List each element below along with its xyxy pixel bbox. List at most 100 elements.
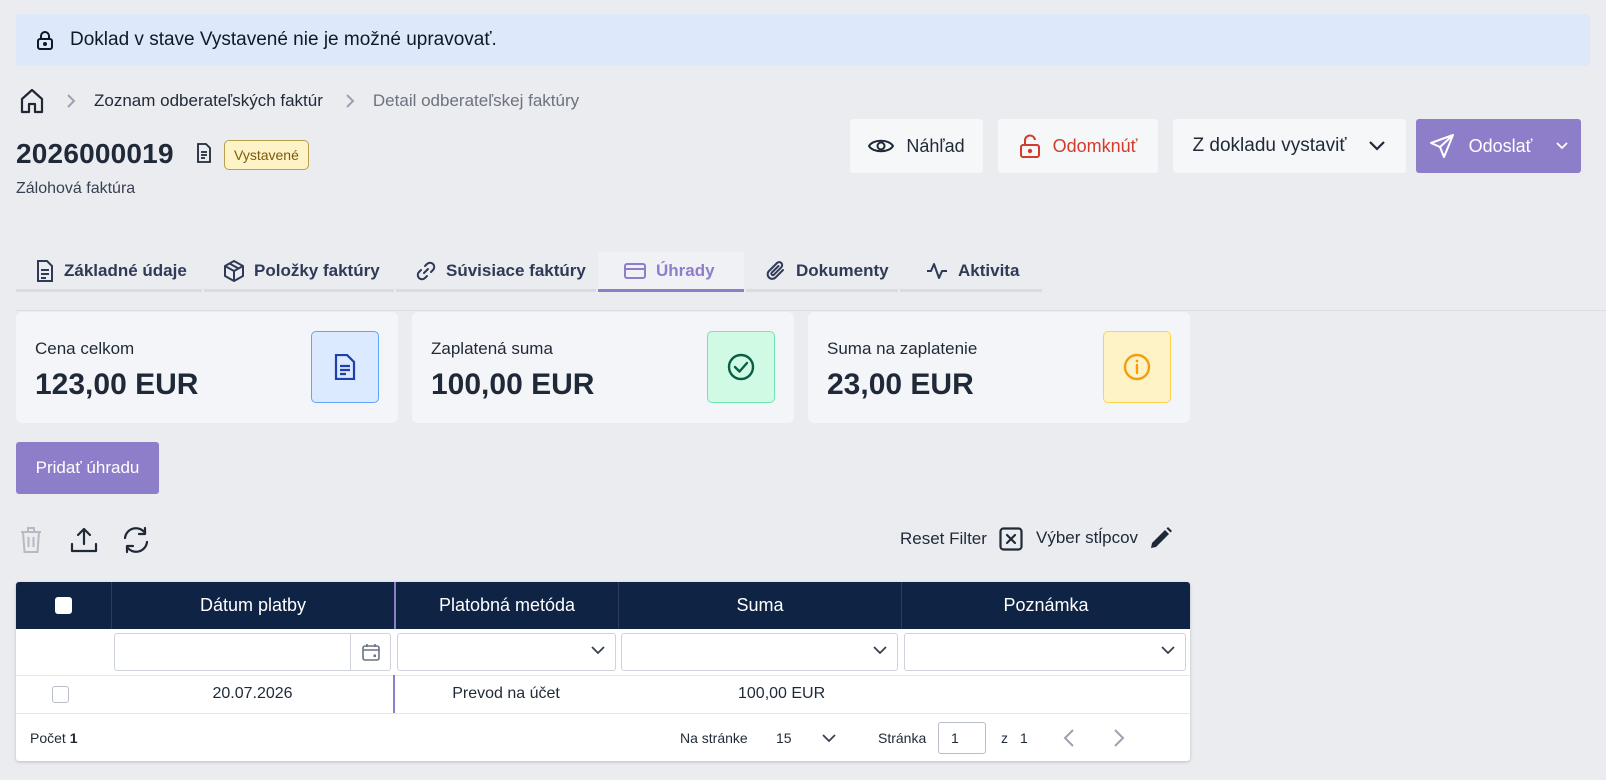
reset-filter-label: Reset Filter (900, 529, 987, 548)
issue-from-dropdown[interactable]: Z dokladu vystaviť (1173, 119, 1406, 173)
per-page-select[interactable]: 15 (776, 714, 846, 761)
breadcrumb-invoice-list[interactable]: Zoznam odberateľských faktúr (94, 91, 323, 111)
card-label: Zaplatená suma (431, 339, 553, 358)
add-payment-button[interactable]: Pridať úhradu (16, 442, 159, 494)
row-divider (16, 675, 1190, 676)
tab-related-invoices[interactable]: Súvisiace faktúry (396, 252, 596, 292)
tab-divider (16, 310, 1606, 311)
delete-icon[interactable] (20, 526, 42, 554)
note-filter-select[interactable] (904, 633, 1186, 671)
reset-filter-button[interactable]: Reset Filter (900, 527, 1023, 551)
column-header-date[interactable]: Dátum platby (111, 582, 394, 629)
document-icon[interactable] (196, 143, 212, 163)
lock-icon (37, 31, 53, 50)
count-value: 1 (69, 730, 78, 746)
document-icon (311, 331, 379, 403)
tab-payments[interactable]: Úhrady (598, 252, 744, 292)
cell-note (901, 677, 1190, 711)
status-badge: Vystavené (224, 140, 309, 170)
refresh-icon[interactable] (122, 526, 150, 554)
card-label: Suma na zaplatenie (827, 339, 978, 358)
chevron-down-icon (591, 646, 605, 655)
paperclip-icon (766, 260, 784, 280)
next-page-button[interactable] (1113, 714, 1125, 761)
card-value: 123,00 EUR (35, 368, 199, 401)
tab-basic-info[interactable]: Základné údaje (16, 252, 202, 292)
chevron-down-icon (1369, 141, 1386, 151)
column-header-amount[interactable]: Suma (618, 582, 901, 629)
tab-label: Úhrady (656, 260, 715, 280)
preview-label: Náhľad (906, 135, 965, 156)
card-value: 100,00 EUR (431, 368, 595, 401)
column-header-method[interactable]: Platobná metóda (394, 582, 618, 629)
count-label: Počet (30, 730, 66, 746)
tab-invoice-items[interactable]: Položky faktúry (204, 252, 394, 292)
document-type: Zálohová faktúra (16, 180, 136, 197)
summary-card-due: Suma na zaplatenie 23,00 EUR (808, 312, 1190, 423)
column-chooser-button[interactable]: Výber stĺpcov (1036, 527, 1173, 549)
method-filter-select[interactable] (397, 633, 616, 671)
tab-label: Základné údaje (64, 260, 187, 280)
tab-label: Dokumenty (796, 260, 889, 280)
tab-label: Položky faktúry (254, 260, 380, 280)
tab-activity[interactable]: Aktivita (900, 252, 1042, 292)
row-checkbox[interactable] (52, 677, 72, 711)
date-filter-input[interactable] (114, 633, 391, 671)
send-icon (1429, 134, 1454, 158)
summary-card-paid: Zaplatená suma 100,00 EUR (412, 312, 794, 423)
grid-footer: Počet 1 Na stránke 15 Stránka 1 z 1 (16, 713, 1190, 761)
amount-filter-select[interactable] (621, 633, 898, 671)
document-number: 2026000019 (16, 138, 174, 169)
chevron-right-icon (1114, 729, 1125, 747)
unlock-button[interactable]: Odomknúť (998, 119, 1158, 173)
unlock-label: Odomknúť (1052, 135, 1138, 156)
page-label: Stránka (878, 730, 927, 746)
eye-icon (868, 139, 895, 153)
home-icon[interactable] (20, 88, 44, 114)
tab-documents[interactable]: Dokumenty (746, 252, 898, 292)
chevron-right-icon (345, 93, 355, 109)
grid-header: Dátum platby Platobná metóda Suma Poznám… (16, 582, 1190, 629)
send-button[interactable]: Odoslať (1416, 119, 1581, 173)
notice-text: Doklad v stave Vystavené nie je možné up… (70, 29, 497, 50)
close-square-icon (999, 527, 1023, 551)
credit-card-icon (624, 262, 646, 279)
chevron-down-icon (1161, 646, 1175, 655)
column-chooser-label: Výber stĺpcov (1036, 528, 1139, 547)
of-label: z (1001, 730, 1008, 746)
row-count: Počet 1 (30, 714, 78, 761)
issue-from-label: Z dokladu vystaviť (1192, 135, 1347, 156)
tab-label: Aktivita (958, 260, 1020, 280)
package-icon (224, 259, 244, 282)
chevron-down-icon (821, 733, 836, 742)
pencil-icon (1151, 527, 1173, 548)
info-circle-icon (1103, 331, 1171, 403)
prev-page-button[interactable] (1063, 714, 1075, 761)
per-page-value: 15 (776, 730, 792, 746)
chevron-right-icon (66, 93, 76, 109)
breadcrumb: Zoznam odberateľských faktúr Detail odbe… (20, 86, 579, 116)
calendar-icon[interactable] (350, 634, 390, 670)
export-icon[interactable] (70, 526, 98, 554)
page-input[interactable]: 1 (938, 722, 986, 754)
select-all-cell (16, 582, 111, 629)
page-input-wrap: 1 (938, 714, 986, 761)
card-value: 23,00 EUR (827, 368, 974, 401)
cell-amount: 100,00 EUR (738, 685, 826, 702)
select-all-checkbox[interactable] (55, 597, 72, 614)
tab-label: Súvisiace faktúry (446, 260, 586, 280)
chevron-left-icon (1063, 729, 1074, 747)
chevron-down-icon[interactable] (1556, 142, 1569, 150)
locked-notice: Doklad v stave Vystavené nie je možné up… (16, 14, 1590, 66)
link-icon (416, 261, 436, 280)
per-page-label: Na stránke (680, 730, 748, 746)
cell-method: Prevod na účet (452, 685, 560, 702)
column-header-note[interactable]: Poznámka (901, 582, 1190, 629)
preview-button[interactable]: Náhľad (850, 119, 983, 173)
chevron-down-icon (873, 646, 887, 655)
card-label: Cena celkom (35, 339, 135, 358)
send-label: Odoslať (1468, 135, 1533, 156)
total-pages: 1 (1020, 730, 1028, 746)
unlock-icon (1019, 134, 1040, 158)
activity-icon (927, 262, 947, 279)
